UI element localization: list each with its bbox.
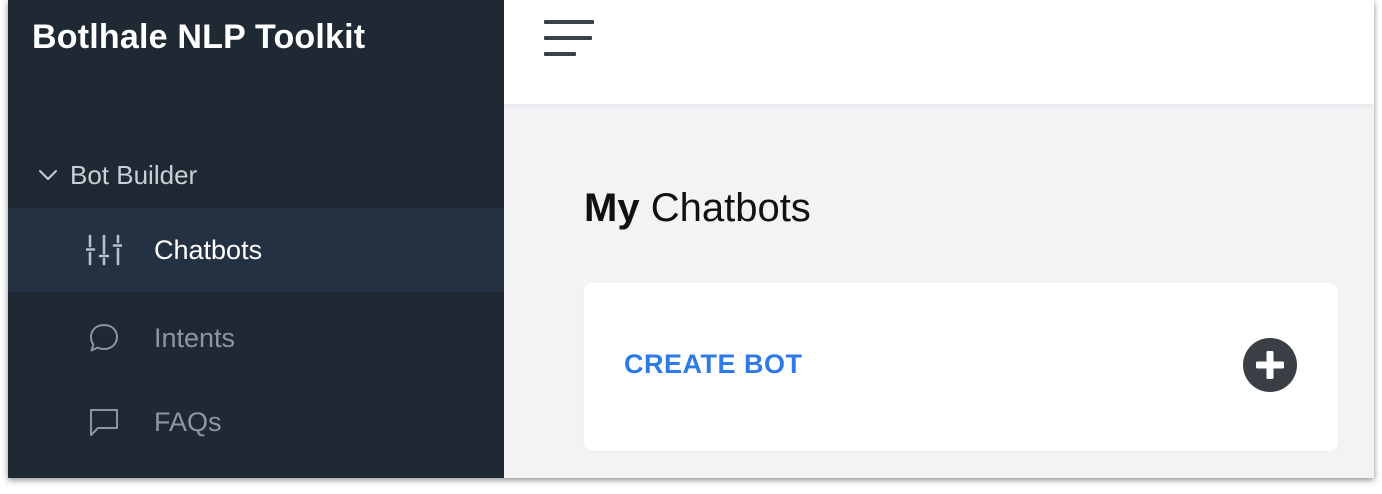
- page-title-rest: Chatbots: [650, 186, 811, 230]
- hamburger-icon[interactable]: [544, 20, 596, 60]
- sidebar-item-chatbots[interactable]: Chatbots: [8, 208, 504, 292]
- sidebar: Botlhale NLP Toolkit Bot Builder Chatbot…: [8, 0, 504, 478]
- page-title-bold: My: [584, 186, 640, 230]
- page-title: My Chatbots: [584, 186, 811, 231]
- sidebar-item-intents[interactable]: Intents: [8, 296, 504, 380]
- top-bar: [504, 0, 1374, 104]
- sliders-icon: [86, 232, 122, 268]
- app-window: Botlhale NLP Toolkit Bot Builder Chatbot…: [8, 0, 1374, 478]
- sidebar-item-label: Intents: [154, 322, 236, 353]
- sidebar-item-label: Chatbots: [154, 234, 263, 265]
- app-brand: Botlhale NLP Toolkit: [32, 18, 366, 56]
- sidebar-item-label: FAQs: [154, 406, 222, 437]
- nav-group-label: Bot Builder: [70, 159, 198, 190]
- chevron-down-icon: [38, 168, 58, 182]
- plus-circle-icon[interactable]: [1242, 337, 1298, 393]
- chat-bubble-round-icon: [86, 320, 122, 356]
- nav-group-bot-builder[interactable]: Bot Builder: [38, 158, 197, 192]
- chat-bubble-square-icon: [86, 404, 122, 440]
- create-bot-card: CREATE BOT: [584, 283, 1338, 451]
- main-content: My Chatbots CREATE BOT: [504, 0, 1374, 478]
- sidebar-item-faqs[interactable]: FAQs: [8, 380, 504, 464]
- create-bot-link[interactable]: CREATE BOT: [624, 349, 803, 380]
